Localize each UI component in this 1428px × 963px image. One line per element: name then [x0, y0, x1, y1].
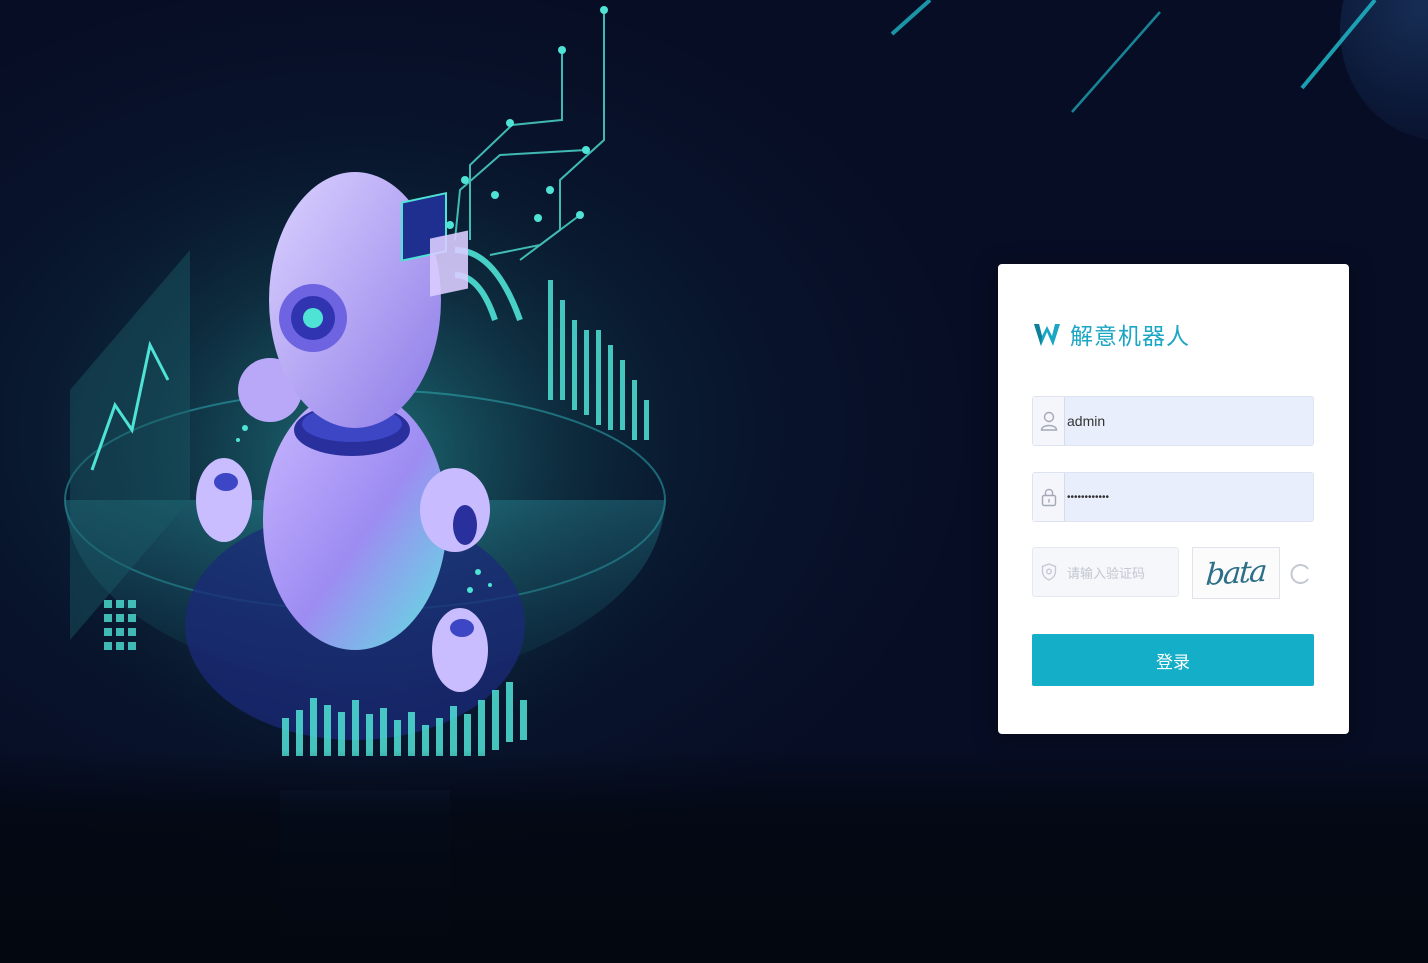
captcha-field[interactable]: 请输入验证码: [1032, 547, 1179, 597]
light-streaks-decoration: [890, 0, 1377, 113]
login-card: 解意机器人 admin •••••••••••• 请输入验证码 bata 登录: [998, 264, 1349, 734]
floor-reflection: [0, 750, 1428, 963]
login-button[interactable]: 登录: [1032, 634, 1314, 686]
shield-icon: [1033, 548, 1065, 596]
refresh-icon[interactable]: [1289, 562, 1313, 586]
brand-name: 解意机器人: [1070, 324, 1190, 350]
w-logo-icon: [1034, 324, 1060, 346]
lock-icon: [1033, 473, 1065, 521]
password-input[interactable]: ••••••••••••: [1065, 473, 1313, 521]
login-page: 解意机器人 admin •••••••••••• 请输入验证码 bata 登录: [0, 0, 1428, 963]
captcha-input[interactable]: 请输入验证码: [1065, 548, 1178, 596]
user-icon: [1033, 397, 1065, 445]
password-field[interactable]: ••••••••••••: [1032, 472, 1314, 522]
captcha-image-text: bata: [1205, 553, 1267, 593]
username-input[interactable]: admin: [1065, 397, 1313, 445]
brand: 解意机器人: [1032, 316, 1190, 352]
captcha-image[interactable]: bata: [1192, 547, 1280, 599]
username-field[interactable]: admin: [1032, 396, 1314, 446]
